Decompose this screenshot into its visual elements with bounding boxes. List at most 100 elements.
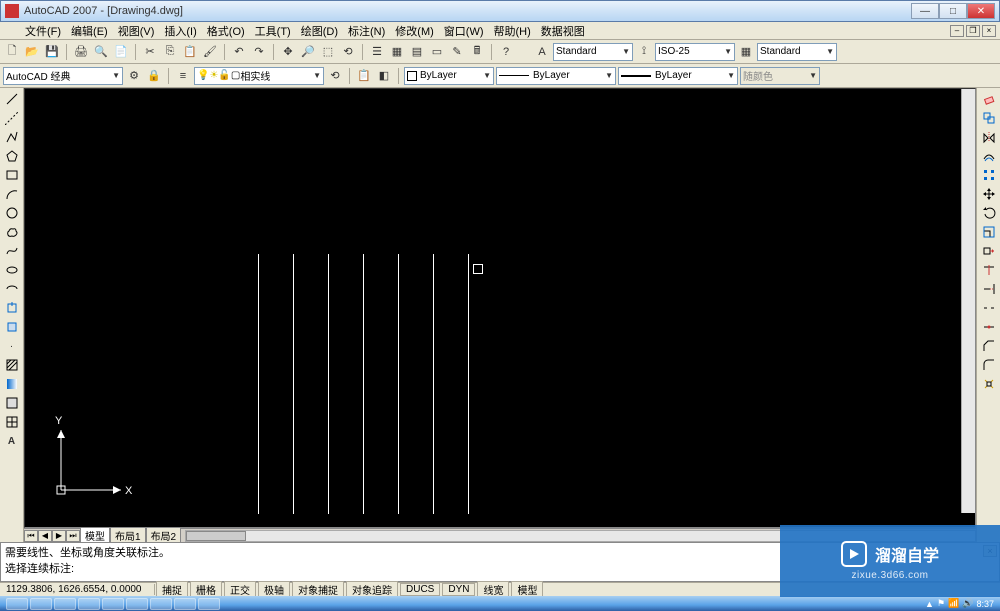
zoom-icon[interactable]: 🔎 <box>299 43 317 61</box>
redo-icon[interactable]: ↷ <box>250 43 268 61</box>
erase-icon[interactable] <box>980 90 998 108</box>
rotate-icon[interactable] <box>980 204 998 222</box>
mirror-icon[interactable] <box>980 128 998 146</box>
layer-prev-icon[interactable]: ⟲ <box>326 67 344 85</box>
stretch-icon[interactable] <box>980 242 998 260</box>
move-icon[interactable] <box>980 185 998 203</box>
properties-icon[interactable]: ☰ <box>368 43 386 61</box>
arc-icon[interactable] <box>3 185 21 203</box>
close-button[interactable]: ✕ <box>967 3 995 19</box>
table-icon[interactable] <box>3 413 21 431</box>
taskbar-app[interactable] <box>30 598 52 610</box>
plotstyle-combo[interactable]: 随颜色▼ <box>740 67 820 85</box>
preview-icon[interactable]: 🔍 <box>92 43 110 61</box>
dim-style-combo[interactable]: ISO-25▼ <box>655 43 735 61</box>
insert-icon[interactable] <box>3 299 21 317</box>
layer-state-icon[interactable]: 📋 <box>355 67 373 85</box>
layer-iso-icon[interactable]: ◧ <box>375 67 393 85</box>
polygon-icon[interactable] <box>3 147 21 165</box>
textstyle-icon[interactable]: A <box>533 43 551 61</box>
zoom-win-icon[interactable]: ⬚ <box>319 43 337 61</box>
volume-icon[interactable]: 🔊 <box>962 598 973 609</box>
menu-edit[interactable]: 编辑(E) <box>66 22 113 40</box>
xline-icon[interactable] <box>3 109 21 127</box>
menu-data[interactable]: 数据视图 <box>536 22 590 40</box>
mdi-close[interactable]: × <box>982 25 996 37</box>
save-icon[interactable]: 💾 <box>43 43 61 61</box>
dimstyle-icon[interactable]: ⟟ <box>635 43 653 61</box>
linetype-combo[interactable]: ByLayer▼ <box>496 67 616 85</box>
chamfer-icon[interactable] <box>980 337 998 355</box>
hatch-icon[interactable] <box>3 356 21 374</box>
scale-icon[interactable] <box>980 223 998 241</box>
open-icon[interactable]: 📂 <box>23 43 41 61</box>
mtext-icon[interactable]: A <box>3 432 21 450</box>
workspace-settings-icon[interactable]: ⚙ <box>125 67 143 85</box>
copy-tool-icon[interactable] <box>980 109 998 127</box>
layer-manage-icon[interactable]: ≡ <box>174 67 192 85</box>
zoom-prev-icon[interactable]: ⟲ <box>339 43 357 61</box>
markup-icon[interactable]: ✎ <box>448 43 466 61</box>
paste-icon[interactable]: 📋 <box>181 43 199 61</box>
extend-icon[interactable] <box>980 280 998 298</box>
spline-icon[interactable] <box>3 242 21 260</box>
pan-icon[interactable]: ✥ <box>279 43 297 61</box>
taskbar-app[interactable] <box>174 598 196 610</box>
undo-icon[interactable]: ↶ <box>230 43 248 61</box>
tray-icon[interactable]: ▲ <box>925 599 934 609</box>
tab-last-icon[interactable]: ⏭ <box>66 530 80 542</box>
workspace-combo[interactable]: AutoCAD 经典▼ <box>3 67 123 85</box>
taskbar-app[interactable] <box>126 598 148 610</box>
workspace-lock-icon[interactable]: 🔒 <box>145 67 163 85</box>
network-icon[interactable]: 📶 <box>948 598 959 609</box>
taskbar-app[interactable] <box>54 598 76 610</box>
offset-icon[interactable] <box>980 147 998 165</box>
flag-icon[interactable]: ⚑ <box>937 598 945 609</box>
circle-icon[interactable] <box>3 204 21 222</box>
color-combo[interactable]: ByLayer▼ <box>404 67 494 85</box>
taskbar-app[interactable] <box>198 598 220 610</box>
trim-icon[interactable] <box>980 261 998 279</box>
toolpal-icon[interactable]: ▤ <box>408 43 426 61</box>
line-icon[interactable] <box>3 90 21 108</box>
menu-file[interactable]: 文件(F) <box>20 22 66 40</box>
menu-help[interactable]: 帮助(H) <box>489 22 536 40</box>
tab-layout2[interactable]: 布局2 <box>146 527 182 543</box>
menu-dim[interactable]: 标注(N) <box>343 22 390 40</box>
fillet-icon[interactable] <box>980 356 998 374</box>
pline-icon[interactable] <box>3 128 21 146</box>
menu-window[interactable]: 窗口(W) <box>439 22 489 40</box>
ellipsearc-icon[interactable] <box>3 280 21 298</box>
help-icon[interactable]: ? <box>497 43 515 61</box>
drawing-canvas[interactable]: X Y <box>24 88 976 528</box>
menu-modify[interactable]: 修改(M) <box>390 22 439 40</box>
text-style-combo[interactable]: Standard▼ <box>553 43 633 61</box>
taskbar-app[interactable] <box>78 598 100 610</box>
menu-insert[interactable]: 插入(I) <box>159 22 201 40</box>
tablestyle-icon[interactable]: ▦ <box>737 43 755 61</box>
tab-next-icon[interactable]: ▶ <box>52 530 66 542</box>
mdi-minimize[interactable]: – <box>950 25 964 37</box>
tab-model[interactable]: 模型 <box>80 527 110 543</box>
revcloud-icon[interactable] <box>3 223 21 241</box>
menu-draw[interactable]: 绘图(D) <box>296 22 343 40</box>
taskbar-app[interactable] <box>150 598 172 610</box>
maximize-button[interactable]: □ <box>939 3 967 19</box>
vertical-scrollbar[interactable] <box>961 89 975 513</box>
tab-layout1[interactable]: 布局1 <box>110 527 146 543</box>
cut-icon[interactable]: ✂ <box>141 43 159 61</box>
menu-format[interactable]: 格式(O) <box>202 22 250 40</box>
matchprop-icon[interactable]: 🖌 <box>201 43 219 61</box>
calc-icon[interactable]: 🖩 <box>468 43 486 61</box>
toggle-dyn[interactable]: DYN <box>442 583 475 596</box>
table-style-combo[interactable]: Standard▼ <box>757 43 837 61</box>
join-icon[interactable] <box>980 318 998 336</box>
print-icon[interactable]: 🖨 <box>72 43 90 61</box>
minimize-button[interactable]: — <box>911 3 939 19</box>
toggle-ducs[interactable]: DUCS <box>400 583 440 596</box>
region-icon[interactable] <box>3 394 21 412</box>
tab-first-icon[interactable]: ⏮ <box>24 530 38 542</box>
rectangle-icon[interactable] <box>3 166 21 184</box>
layer-combo[interactable]: 💡☀🔓▢ 相实线▼ <box>194 67 324 85</box>
block-icon[interactable] <box>3 318 21 336</box>
